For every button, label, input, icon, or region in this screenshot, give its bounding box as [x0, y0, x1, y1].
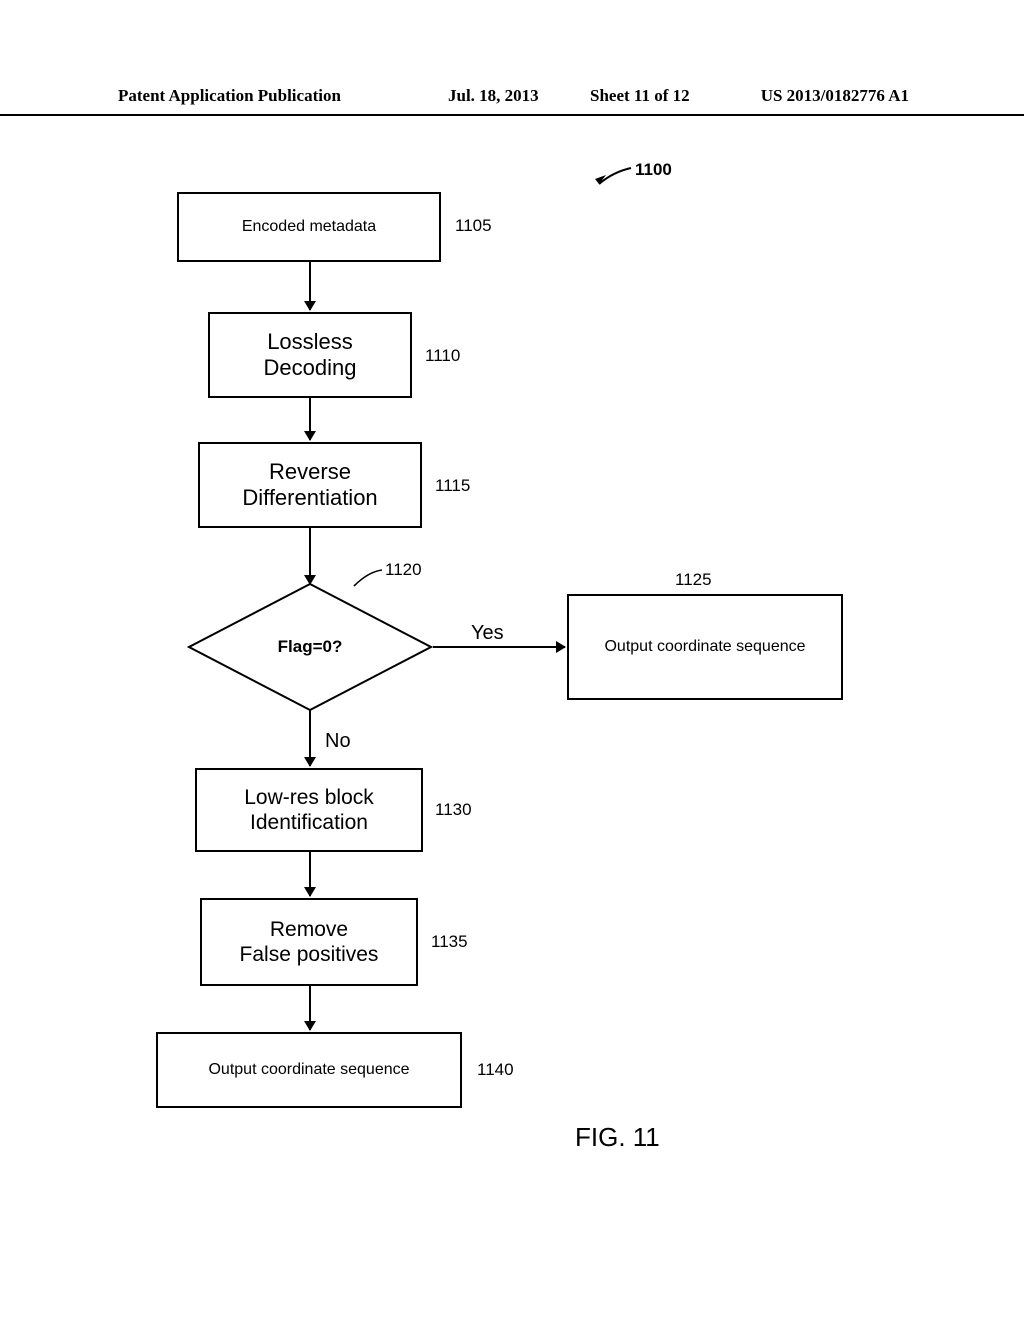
block-output-1125: Output coordinate sequence: [567, 594, 843, 700]
ref-1140: 1140: [477, 1060, 514, 1080]
arrow-1135-1140: [309, 986, 311, 1030]
page-header: Patent Application Publication Jul. 18, …: [0, 86, 1024, 116]
arrow-1105-1110: [309, 262, 311, 310]
block-lossless-decoding: Lossless Decoding: [208, 312, 412, 398]
block-remove-false-positives: Remove False positives: [200, 898, 418, 986]
block-label: Remove False positives: [240, 917, 379, 967]
block-label: Output coordinate sequence: [208, 1061, 409, 1079]
block-label: Encoded metadata: [242, 218, 376, 236]
arrow-yes: [433, 646, 565, 648]
block-lowres-identification: Low-res block Identification: [195, 768, 423, 852]
ref-1130: 1130: [435, 800, 472, 820]
block-label: Reverse Differentiation: [242, 459, 377, 512]
edge-no: No: [325, 730, 351, 753]
flowchart: 1100 Encoded metadata 1105 Lossless Deco…: [95, 150, 895, 1250]
ref-1120: 1120: [385, 560, 422, 580]
arrow-1110-1115: [309, 398, 311, 440]
header-sheet: Sheet 11 of 12: [590, 86, 690, 106]
ref-1105: 1105: [455, 216, 492, 236]
header-left: Patent Application Publication: [118, 86, 341, 106]
arrow-1130-1135: [309, 852, 311, 896]
overall-ref: 1100: [635, 160, 672, 180]
decision-flag: Flag=0?: [187, 582, 433, 712]
header-date: Jul. 18, 2013: [448, 86, 539, 106]
arrow-1115-1120: [309, 528, 311, 584]
block-label: Lossless Decoding: [264, 329, 357, 382]
arrow-no: [309, 710, 311, 766]
ref-1110: 1110: [425, 346, 460, 366]
ref-1115: 1115: [435, 476, 470, 496]
block-output-1140: Output coordinate sequence: [156, 1032, 462, 1108]
ref-1135: 1135: [431, 932, 468, 952]
ref-1125: 1125: [675, 570, 712, 590]
block-reverse-differentiation: Reverse Differentiation: [198, 442, 422, 528]
block-label: Output coordinate sequence: [604, 638, 805, 656]
edge-yes: Yes: [471, 622, 504, 645]
overall-ref-arrow: [593, 166, 633, 188]
block-label: Low-res block Identification: [244, 785, 374, 835]
header-pubno: US 2013/0182776 A1: [761, 86, 909, 106]
block-encoded-metadata: Encoded metadata: [177, 192, 441, 262]
decision-label: Flag=0?: [187, 582, 433, 712]
figure-label: FIG. 11: [575, 1122, 660, 1153]
